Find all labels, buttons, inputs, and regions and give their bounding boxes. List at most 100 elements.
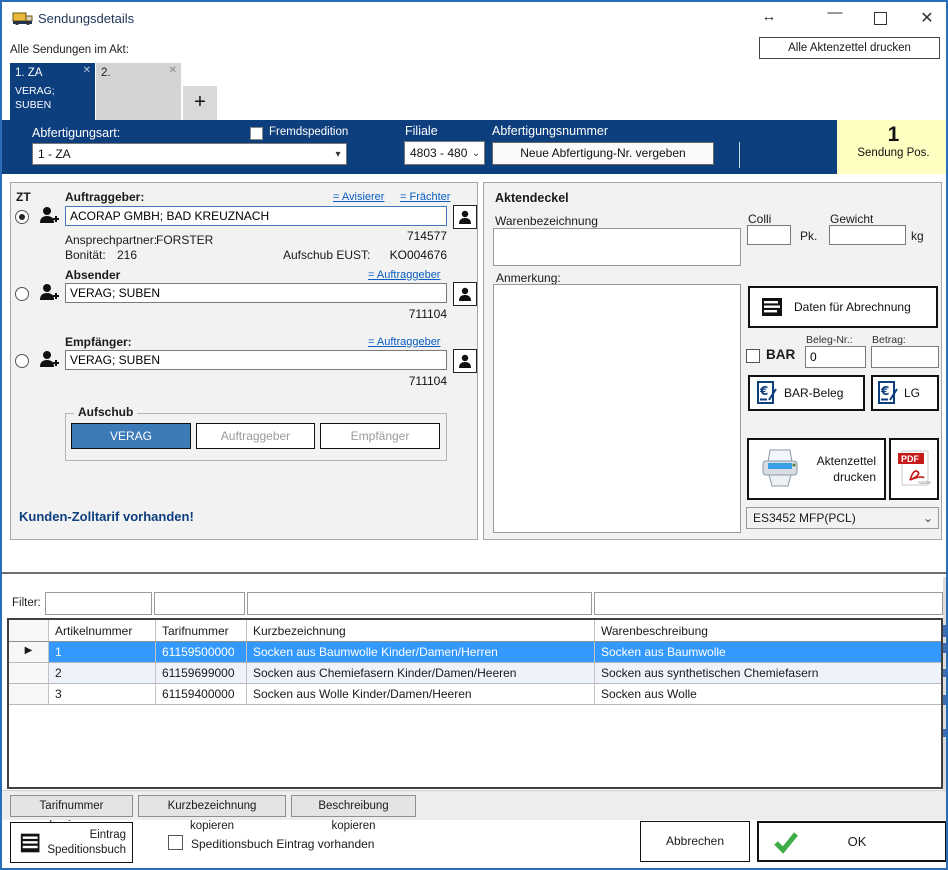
avisierer-link[interactable]: = Avisierer: [333, 191, 384, 203]
warenbezeichnung-label: Warenbezeichnung: [495, 214, 598, 228]
tab-sendung-2[interactable]: 2. ✕: [96, 63, 181, 120]
auftraggeber-label: Auftraggeber:: [65, 190, 144, 204]
fremdspedition-checkbox[interactable]: [250, 127, 263, 140]
absender-input[interactable]: [65, 283, 447, 303]
pdf-button[interactable]: PDF Adobe: [889, 438, 939, 500]
list-lines-icon: [760, 295, 784, 319]
anmerkung-label: Anmerkung:: [496, 271, 561, 285]
close-button[interactable]: ✕: [916, 8, 938, 28]
person-add-icon[interactable]: [37, 281, 61, 305]
speditionsbuch-checkbox[interactable]: [168, 835, 183, 850]
pk-label: Pk.: [800, 229, 817, 243]
radio-empfaenger[interactable]: [15, 354, 29, 368]
filter-tarifnummer-input[interactable]: [154, 592, 245, 615]
kunden-zolltarif-note: Kunden-Zolltarif vorhanden!: [19, 509, 194, 524]
bar-beleg-button[interactable]: € BAR-Beleg: [748, 375, 865, 411]
table-scrollbar[interactable]: [943, 577, 948, 790]
empfaenger-auftraggeber-link[interactable]: = Auftraggeber: [368, 336, 440, 348]
tab1-close-icon[interactable]: ✕: [83, 65, 91, 76]
col-tarifnummer[interactable]: Tarifnummer: [156, 620, 247, 642]
abfertigungsart-select[interactable]: 1 - ZA ▾: [32, 143, 347, 165]
cell-warenbeschreibung[interactable]: Socken aus Wolle: [595, 684, 941, 705]
speditionsbuch-line1: Eintrag: [90, 829, 126, 841]
bar-beleg-label: BAR-Beleg: [784, 386, 843, 400]
tab2-close-icon[interactable]: ✕: [169, 65, 177, 76]
bar-label: BAR: [766, 347, 795, 362]
copy-beschreibung-button[interactable]: Beschreibung kopieren: [291, 795, 416, 817]
betrag-input[interactable]: [871, 346, 939, 368]
colli-input[interactable]: [747, 225, 791, 245]
row-selector-cell: [9, 663, 49, 684]
print-all-aktenzettel-button[interactable]: Alle Aktenzettel drucken: [759, 37, 940, 59]
zt-label: ZT: [16, 190, 31, 204]
cell-tarifnummer[interactable]: 61159699000: [156, 663, 247, 684]
table-row[interactable]: ▶ 1 61159500000 Socken aus Baumwolle Kin…: [9, 642, 941, 663]
empfaenger-lookup-button[interactable]: [453, 349, 477, 373]
aufschub-auftraggeber-button[interactable]: Auftraggeber: [196, 423, 315, 449]
person-add-icon[interactable]: [37, 348, 61, 372]
window-title: Sendungsdetails: [38, 11, 134, 26]
printer-select-value: ES3452 MFP(PCL): [747, 511, 918, 525]
person-icon: [457, 353, 473, 369]
eintrag-speditionsbuch-button[interactable]: Eintrag Speditionsbuch: [10, 822, 133, 863]
copy-kurzbezeichnung-button[interactable]: Kurzbezeichnung kopieren: [138, 795, 286, 817]
filter-kurzbezeichnung-input[interactable]: [247, 592, 592, 615]
col-artikelnummer[interactable]: Artikelnummer: [49, 620, 156, 642]
aufschub-empfaenger-button[interactable]: Empfänger: [320, 423, 440, 449]
ok-label: OK: [799, 834, 915, 849]
warenbezeichnung-input[interactable]: [493, 228, 741, 266]
resize-icon[interactable]: ↔: [758, 8, 780, 25]
auftraggeber-input[interactable]: [65, 206, 447, 226]
auftraggeber-lookup-button[interactable]: [453, 205, 477, 229]
cell-tarifnummer[interactable]: 61159400000: [156, 684, 247, 705]
table-row[interactable]: 3 61159400000 Socken aus Wolle Kinder/Da…: [9, 684, 941, 705]
cell-warenbeschreibung[interactable]: Socken aus synthetischen Chemiefasern: [595, 663, 941, 684]
radio-absender[interactable]: [15, 287, 29, 301]
empfaenger-label: Empfänger:: [65, 335, 132, 349]
printer-select[interactable]: ES3452 MFP(PCL) ⌄: [746, 507, 939, 529]
empfaenger-input[interactable]: [65, 350, 447, 370]
tab-sendung-1[interactable]: 1. ZA ✕ VERAG; SUBEN: [10, 63, 95, 120]
cell-artikelnummer[interactable]: 3: [49, 684, 156, 705]
cell-kurzbezeichnung[interactable]: Socken aus Wolle Kinder/Damen/Heeren: [247, 684, 595, 705]
chevron-down-icon: ⌄: [468, 148, 484, 159]
absender-auftraggeber-link[interactable]: = Auftraggeber: [368, 269, 440, 281]
bar-checkbox[interactable]: [746, 349, 760, 363]
cell-warenbeschreibung[interactable]: Socken aus Baumwolle: [595, 642, 941, 663]
person-add-icon[interactable]: [37, 204, 61, 228]
abbrechen-button[interactable]: Abbrechen: [640, 821, 750, 862]
gewicht-label: Gewicht: [830, 212, 873, 226]
sendungen-im-akt-label: Alle Sendungen im Akt:: [10, 44, 129, 56]
copy-tarifnummer-button[interactable]: Tarifnummer kopieren: [10, 795, 133, 817]
person-icon: [457, 286, 473, 302]
cell-kurzbezeichnung[interactable]: Socken aus Baumwolle Kinder/Damen/Herren: [247, 642, 595, 663]
lg-button[interactable]: € LG: [871, 375, 939, 411]
cell-artikelnummer[interactable]: 1: [49, 642, 156, 663]
beleg-nr-input[interactable]: [805, 346, 866, 368]
cell-tarifnummer[interactable]: 61159500000: [156, 642, 247, 663]
neue-abfertigungsnr-button[interactable]: Neue Abfertigung-Nr. vergeben: [492, 142, 714, 165]
minimize-button[interactable]: —: [824, 4, 846, 21]
printer-icon: [757, 446, 803, 492]
aktenzettel-drucken-button[interactable]: Aktenzettel drucken: [747, 438, 886, 500]
aufschub-verag-button[interactable]: VERAG: [71, 423, 191, 449]
daten-abrechnung-button[interactable]: Daten für Abrechnung: [748, 286, 938, 328]
ansprechpartner-label: Ansprechpartner:: [65, 233, 157, 247]
gewicht-input[interactable]: [829, 225, 906, 245]
col-kurzbezeichnung[interactable]: Kurzbezeichnung: [247, 620, 595, 642]
fraechter-link[interactable]: = Frächter: [400, 191, 450, 203]
cell-artikelnummer[interactable]: 2: [49, 663, 156, 684]
cell-kurzbezeichnung[interactable]: Socken aus Chemiefasern Kinder/Damen/Hee…: [247, 663, 595, 684]
filter-artikelnummer-input[interactable]: [45, 592, 152, 615]
absender-lookup-button[interactable]: [453, 282, 477, 306]
radio-auftraggeber[interactable]: [15, 210, 29, 224]
filter-warenbeschreibung-input[interactable]: [594, 592, 943, 615]
anmerkung-input[interactable]: [493, 284, 741, 533]
add-sendung-button[interactable]: +: [183, 86, 217, 120]
table-row[interactable]: 2 61159699000 Socken aus Chemiefasern Ki…: [9, 663, 941, 684]
col-warenbeschreibung[interactable]: Warenbeschreibung: [595, 620, 941, 642]
filiale-select[interactable]: 4803 - 480 ⌄: [404, 141, 485, 165]
filter-label: Filter:: [12, 597, 41, 609]
maximize-button[interactable]: [874, 12, 887, 25]
ok-button[interactable]: OK: [757, 821, 947, 862]
